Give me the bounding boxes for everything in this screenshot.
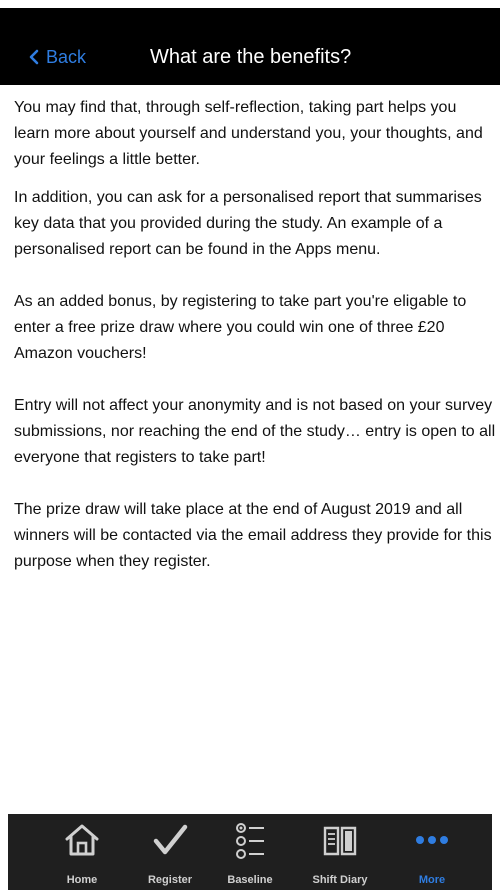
more-dots-icon [416,836,448,844]
tab-register-label: Register [147,874,193,886]
back-button-label: Back [46,46,87,67]
status-bar-area [0,0,500,8]
checkmark-icon [153,824,188,855]
home-icon [65,824,99,856]
list-icon [236,823,264,859]
tab-baseline[interactable]: Baseline [215,814,285,890]
tab-shift-diary-label: Shift Diary [312,874,368,886]
paragraph-personalised-report: In addition, you can ask for a personali… [14,189,482,258]
paragraph-anonymity: Entry will not affect your anonymity and… [14,397,496,466]
tab-more[interactable]: More [397,814,467,890]
tab-more-label: More [418,874,446,886]
navigation-bar: Back What are the benefits? [0,8,500,85]
tab-baseline-label: Baseline [227,874,273,886]
benefits-content: You may find that, through self-reflecti… [14,95,496,575]
tab-home-label: Home [66,874,98,886]
tab-home[interactable]: Home [47,814,117,890]
tab-shift-diary[interactable]: Shift Diary [305,814,375,890]
book-icon [323,826,357,856]
paragraph-prize-draw: As an added bonus, by registering to tak… [14,293,467,362]
back-button[interactable]: Back [28,44,86,70]
chevron-left-icon [29,49,39,65]
page-title: What are the benefits? [150,46,352,68]
tab-bar: Home Register Baseline Shift Diary More [8,814,492,890]
paragraph-draw-date: The prize draw will take place at the en… [14,501,492,570]
paragraph-self-reflection: You may find that, through self-reflecti… [14,99,483,168]
tab-register[interactable]: Register [135,814,205,890]
